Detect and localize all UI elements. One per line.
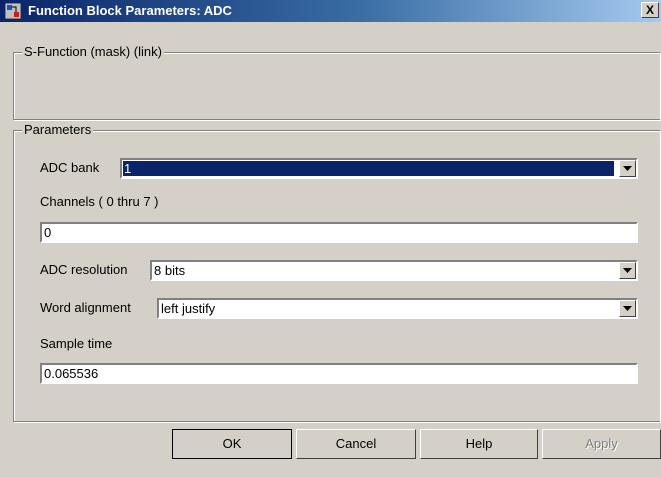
- adc-resolution-value: 8 bits: [154, 263, 186, 278]
- chevron-down-icon: [623, 268, 632, 273]
- title-bar[interactable]: Function Block Parameters: ADC X: [0, 0, 661, 22]
- adc-bank-dropdown-button[interactable]: [619, 160, 636, 177]
- word-alignment-select[interactable]: left justify: [157, 298, 638, 319]
- word-alignment-value: left justify: [161, 301, 216, 316]
- close-icon: X: [645, 3, 654, 17]
- chevron-down-icon: [623, 306, 632, 311]
- adc-bank-value: 1: [124, 161, 132, 176]
- dialog-body: S-Function (mask) (link) Parameters ADC …: [0, 22, 661, 477]
- window-title: Function Block Parameters: ADC: [28, 3, 232, 18]
- adc-resolution-select[interactable]: 8 bits: [150, 260, 638, 281]
- channels-input[interactable]: 0: [40, 222, 638, 243]
- description-legend: S-Function (mask) (link): [22, 44, 164, 59]
- adc-resolution-label: ADC resolution: [40, 262, 128, 277]
- adc-bank-label: ADC bank: [40, 160, 100, 175]
- adc-bank-select[interactable]: 1: [120, 158, 638, 179]
- parameters-legend: Parameters: [22, 122, 94, 137]
- simulink-block-icon: [4, 2, 22, 20]
- channels-label: Channels ( 0 thru 7 ): [40, 194, 159, 209]
- chevron-down-icon: [623, 166, 632, 171]
- channels-value: 0: [44, 225, 52, 240]
- word-alignment-dropdown-button[interactable]: [619, 300, 636, 317]
- close-button[interactable]: X: [641, 2, 659, 18]
- sample-time-input[interactable]: 0.065536: [40, 363, 638, 384]
- selection-highlight: [123, 161, 614, 176]
- description-group: S-Function (mask) (link): [13, 44, 660, 120]
- help-button[interactable]: Help: [420, 429, 538, 459]
- sample-time-label: Sample time: [40, 336, 113, 351]
- apply-button[interactable]: Apply: [542, 429, 661, 459]
- sample-time-value: 0.065536: [44, 366, 99, 381]
- word-alignment-label: Word alignment: [40, 300, 131, 315]
- adc-resolution-dropdown-button[interactable]: [619, 262, 636, 279]
- cancel-button[interactable]: Cancel: [296, 429, 416, 459]
- ok-button[interactable]: OK: [172, 429, 292, 459]
